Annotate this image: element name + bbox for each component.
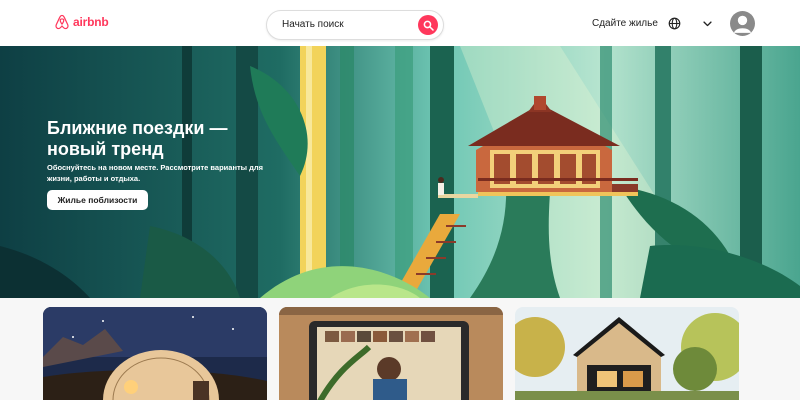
search-icon xyxy=(423,20,434,31)
brand-name: airbnb xyxy=(73,15,109,29)
explore-nearby-button[interactable]: Жилье поблизости xyxy=(47,190,148,210)
airbnb-logo-icon xyxy=(55,14,69,30)
globe-icon[interactable] xyxy=(668,17,681,30)
search-button[interactable] xyxy=(418,15,438,35)
card-tablet-video-call[interactable] xyxy=(279,307,503,400)
home-logo-link[interactable]: airbnb xyxy=(55,14,109,30)
hero-subtitle: Обоснуйтесь на новом месте. Рассмотрите … xyxy=(47,163,264,183)
user-avatar-icon[interactable] xyxy=(730,11,755,36)
top-navbar: airbnb Начать поиск Сдайте жилье xyxy=(0,0,800,46)
chevron-down-icon[interactable] xyxy=(702,18,713,29)
search-bar[interactable]: Начать поиск xyxy=(266,10,444,40)
modern-cabin-image xyxy=(515,307,739,400)
user-silhouette-icon xyxy=(733,15,752,33)
become-host-link[interactable]: Сдайте жилье xyxy=(592,18,658,29)
tablet-video-call-image xyxy=(279,307,503,400)
glamping-dome-image xyxy=(43,307,267,400)
card-modern-cabin[interactable] xyxy=(515,307,739,400)
card-glamping-dome[interactable] xyxy=(43,307,267,400)
hero-title: Ближние поездки — новый тренд xyxy=(47,118,228,159)
search-placeholder: Начать поиск xyxy=(282,19,344,30)
hero-banner: Ближние поездки — новый тренд Обоснуйтес… xyxy=(0,46,800,298)
